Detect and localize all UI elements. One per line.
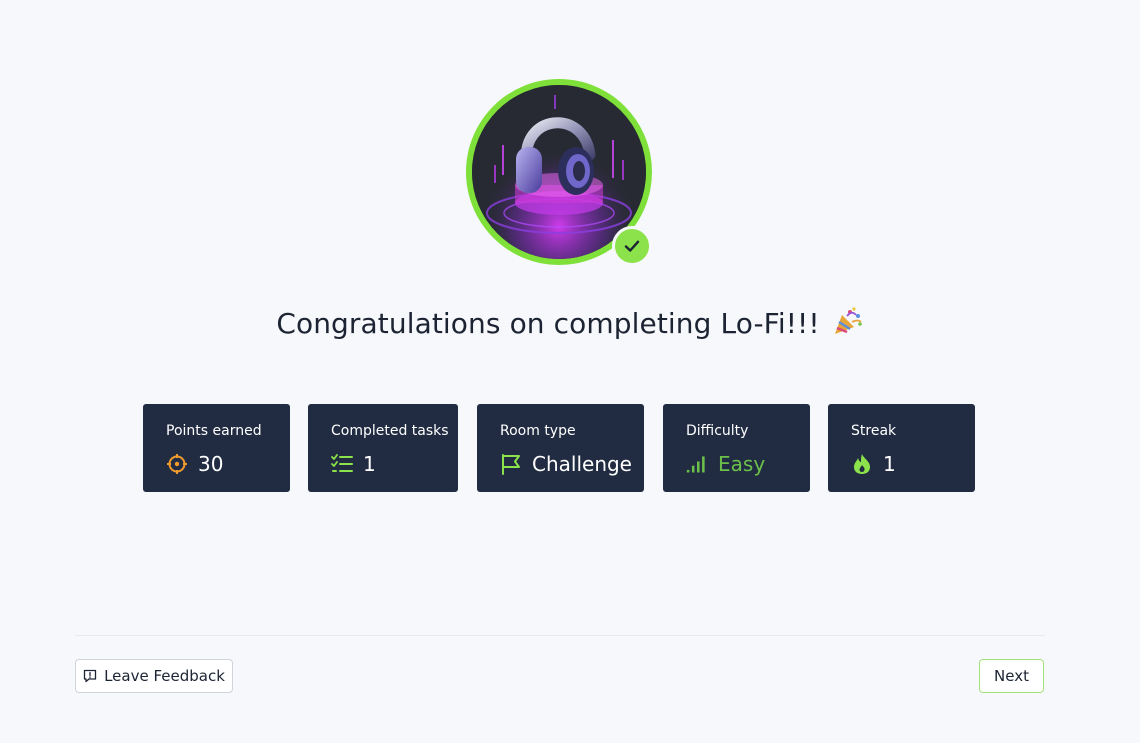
stat-room-type: Room type Challenge: [477, 404, 644, 492]
stat-completed-tasks: Completed tasks 1: [308, 404, 458, 492]
flame-icon: [851, 453, 873, 475]
title-text: Congratulations on completing Lo-Fi!!!: [276, 307, 820, 340]
signal-bars-icon: [686, 453, 708, 475]
leave-feedback-label: Leave Feedback: [104, 667, 225, 685]
stat-value: 1: [363, 452, 376, 476]
stat-streak: Streak 1: [828, 404, 975, 492]
leave-feedback-button[interactable]: Leave Feedback: [75, 659, 233, 693]
stat-label: Room type: [500, 423, 576, 439]
stat-value: Challenge: [532, 452, 632, 476]
room-avatar: [466, 79, 652, 266]
stat-value: Easy: [718, 452, 766, 476]
check-icon: [623, 237, 641, 255]
next-label: Next: [994, 667, 1029, 685]
message-icon: [83, 669, 97, 683]
completion-page: Congratulations on completing Lo-Fi!!! P…: [0, 0, 1140, 743]
stats-row: Points earned 30 Completed tasks 1 Room …: [0, 404, 1140, 492]
page-title: Congratulations on completing Lo-Fi!!!: [0, 306, 1140, 343]
footer-divider: [75, 635, 1045, 636]
stat-label: Points earned: [166, 423, 262, 439]
flag-icon: [500, 453, 522, 475]
stat-value: 30: [198, 452, 224, 476]
stat-label: Streak: [851, 423, 897, 439]
stat-value: 1: [883, 452, 896, 476]
target-icon: [166, 453, 188, 475]
party-popper-icon: [832, 306, 864, 343]
next-button[interactable]: Next: [979, 659, 1044, 693]
completed-badge: [612, 226, 652, 266]
stat-label: Completed tasks: [331, 423, 449, 439]
stat-points-earned: Points earned 30: [143, 404, 290, 492]
stat-difficulty: Difficulty Easy: [663, 404, 810, 492]
stat-label: Difficulty: [686, 423, 749, 439]
checklist-icon: [331, 453, 353, 475]
